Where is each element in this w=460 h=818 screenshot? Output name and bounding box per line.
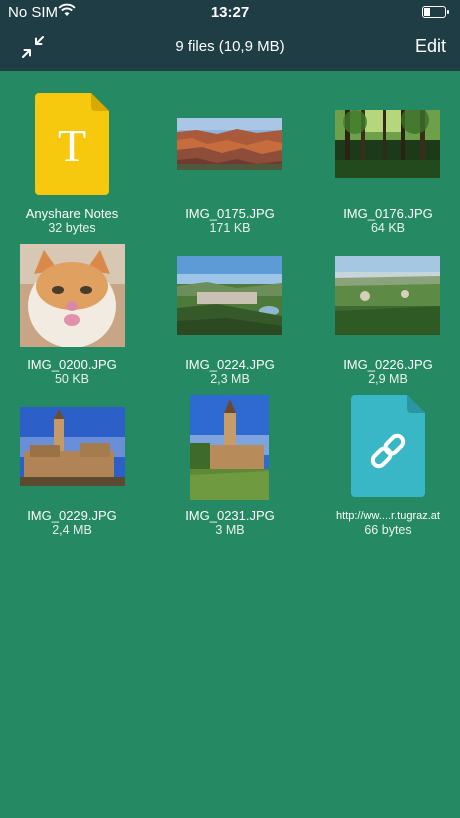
page-title: 9 files (10,9 MB) [175, 38, 285, 55]
file-name: IMG_0226.JPG [343, 357, 433, 372]
image-thumbnail [335, 256, 440, 335]
note-file-icon: T [35, 93, 109, 195]
file-item[interactable]: IMG_0231.JPG 3 MB [160, 395, 300, 537]
file-item[interactable]: IMG_0175.JPG 171 KB [160, 93, 300, 235]
file-size: 32 bytes [48, 221, 96, 235]
svg-text:T: T [58, 120, 86, 171]
file-item[interactable]: T Anyshare Notes 32 bytes [2, 93, 142, 235]
navigation-bar: 9 files (10,9 MB) Edit [0, 24, 460, 71]
file-size: 2,3 MB [210, 372, 250, 386]
file-item[interactable]: IMG_0224.JPG 2,3 MB [160, 244, 300, 386]
image-thumbnail [20, 407, 125, 486]
file-name: IMG_0229.JPG [27, 508, 117, 523]
image-thumbnail [190, 395, 269, 500]
image-thumbnail [20, 244, 125, 347]
file-item[interactable]: IMG_0229.JPG 2,4 MB [2, 395, 142, 537]
file-item[interactable]: IMG_0226.JPG 2,9 MB [318, 244, 458, 386]
file-size: 3 MB [215, 523, 245, 537]
file-size: 50 KB [54, 372, 90, 386]
file-name: http://ww....r.tugraz.at [336, 510, 440, 522]
file-name: IMG_0200.JPG [27, 357, 117, 372]
file-size: 2,9 MB [368, 372, 408, 386]
file-size: 66 bytes [364, 523, 412, 537]
file-size: 171 KB [209, 221, 251, 235]
edit-button[interactable]: Edit [415, 36, 446, 57]
file-item[interactable]: http://ww....r.tugraz.at 66 bytes [318, 395, 458, 537]
status-bar: No SIM 13:27 [0, 0, 460, 24]
file-name: Anyshare Notes [25, 206, 119, 221]
file-name: IMG_0175.JPG [185, 206, 275, 221]
file-name: IMG_0224.JPG [185, 357, 275, 372]
image-thumbnail [177, 118, 282, 170]
file-name: IMG_0176.JPG [343, 206, 433, 221]
file-size: 64 KB [370, 221, 406, 235]
file-item[interactable]: IMG_0176.JPG 64 KB [318, 93, 458, 235]
file-item[interactable]: IMG_0200.JPG 50 KB [2, 244, 142, 386]
file-name: IMG_0231.JPG [185, 508, 275, 523]
image-thumbnail [335, 110, 440, 178]
battery-icon [422, 6, 449, 18]
file-size: 2,4 MB [52, 523, 92, 537]
link-file-icon [351, 395, 425, 497]
clock: 13:27 [210, 4, 250, 21]
top-bar: No SIM 13:27 9 files (10,9 MB) Edit [0, 0, 460, 71]
image-thumbnail [177, 256, 282, 335]
